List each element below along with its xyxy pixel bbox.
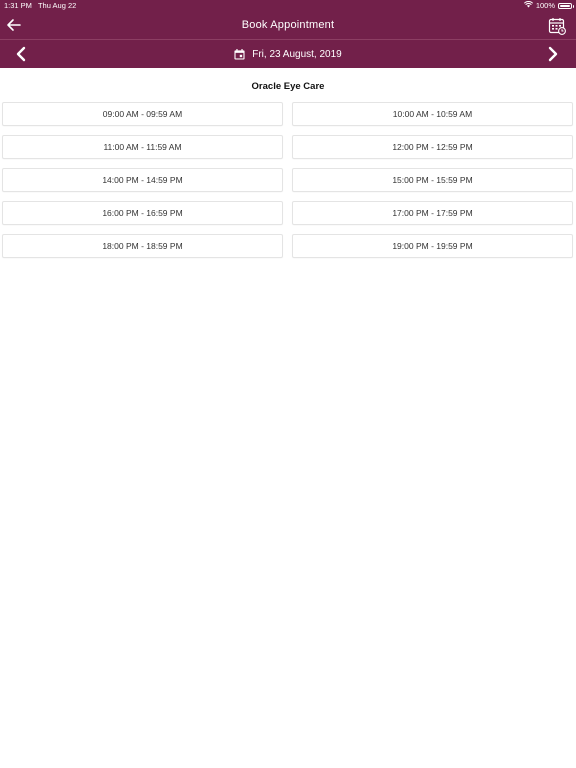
- battery-fill: [560, 5, 570, 7]
- next-day-button[interactable]: [544, 45, 562, 63]
- time-slot[interactable]: 12:00 PM - 12:59 PM: [292, 135, 573, 159]
- battery-percent: 100%: [535, 1, 555, 10]
- calendar-button[interactable]: [547, 16, 567, 36]
- date-label: Fri, 23 August, 2019: [252, 48, 342, 60]
- status-right: 100%: [523, 0, 574, 12]
- nav-bar: Book Appointment: [0, 12, 576, 39]
- chevron-right-icon: [548, 46, 558, 62]
- calendar-small-icon: [234, 48, 245, 60]
- status-bar: 1:31 PM Thu Aug 22 100%: [0, 0, 576, 12]
- calendar-icon: [548, 18, 566, 35]
- time-slot[interactable]: 10:00 AM - 10:59 AM: [292, 102, 573, 126]
- time-slot[interactable]: 18:00 PM - 18:59 PM: [2, 234, 283, 258]
- time-slot[interactable]: 17:00 PM - 17:59 PM: [292, 201, 573, 225]
- time-slot[interactable]: 14:00 PM - 14:59 PM: [2, 168, 283, 192]
- time-slot[interactable]: 09:00 AM - 09:59 AM: [2, 102, 283, 126]
- time-slot-grid: 09:00 AM - 09:59 AM 10:00 AM - 10:59 AM …: [0, 102, 576, 258]
- status-time: 1:31 PM: [4, 1, 32, 10]
- selected-date[interactable]: Fri, 23 August, 2019: [0, 40, 576, 68]
- time-slot[interactable]: 15:00 PM - 15:59 PM: [292, 168, 573, 192]
- app-header: 1:31 PM Thu Aug 22 100% Book Appointment: [0, 0, 576, 68]
- status-date: Thu Aug 22: [37, 1, 77, 10]
- page-title: Book Appointment: [241, 19, 335, 31]
- time-slot[interactable]: 16:00 PM - 16:59 PM: [2, 201, 283, 225]
- time-slot[interactable]: 11:00 AM - 11:59 AM: [2, 135, 283, 159]
- battery-icon: [558, 3, 574, 9]
- clinic-name: Oracle Eye Care: [251, 81, 325, 92]
- wifi-icon: [523, 0, 533, 12]
- time-slot[interactable]: 19:00 PM - 19:59 PM: [292, 234, 573, 258]
- status-left: 1:31 PM Thu Aug 22: [4, 0, 76, 12]
- date-navigator: Fri, 23 August, 2019: [0, 39, 576, 68]
